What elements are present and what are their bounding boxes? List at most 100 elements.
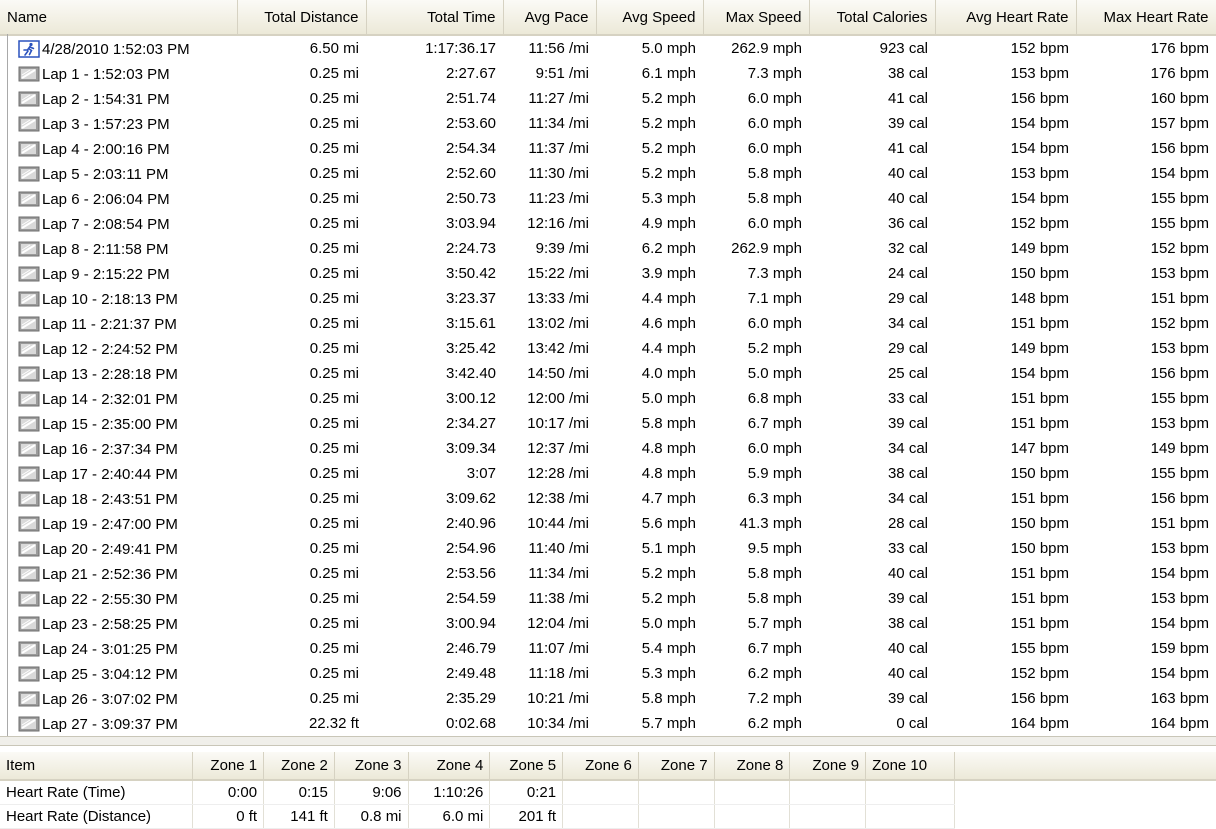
lap-name: Lap 22 - 2:55:30 PM — [0, 586, 237, 611]
zone-row[interactable]: Heart Rate (Time) 0:00 0:15 9:06 1:10:26 0:21 — [0, 780, 955, 805]
lap-total-time: 3:07 — [466, 465, 496, 482]
lap-row[interactable]: Lap 20 - 2:49:41 PM 0.25 mi 2:54.96 11:40 /… — [0, 536, 1216, 561]
column-header-max-heart-rate[interactable]: Max Heart Rate — [1076, 0, 1216, 36]
lap-name-text: Lap 21 - 2:52:36 PM — [42, 565, 178, 583]
column-header-zone-2[interactable]: Zone 2 — [263, 752, 335, 781]
activity-summary-row[interactable]: 4/28/2010 1:52:03 PM 6.50 mi 1:17:36.17 11:… — [0, 35, 1216, 61]
column-header-zone-9[interactable]: Zone 9 — [789, 752, 867, 781]
column-header-avg-pace[interactable]: Avg Pace — [503, 0, 597, 36]
lap-row[interactable]: Lap 10 - 2:18:13 PM 0.25 mi 3:23.37 13:33 /… — [0, 286, 1216, 311]
lap-avg-speed: 5.3 mph — [641, 665, 696, 682]
lap-row[interactable]: Lap 13 - 2:28:18 PM 0.25 mi 3:42.40 14:50 /… — [0, 361, 1216, 386]
lap-total-distance: 0.25 mi — [309, 515, 359, 532]
lap-row[interactable]: Lap 19 - 2:47:00 PM 0.25 mi 2:40.96 10:44 /… — [0, 511, 1216, 536]
lap-row[interactable]: Lap 4 - 2:00:16 PM 0.25 mi 2:54.34 11:37 /m… — [0, 136, 1216, 161]
lap-avg-speed: 5.3 mph — [641, 190, 696, 207]
column-header-zone-3[interactable]: Zone 3 — [334, 752, 409, 781]
lap-row[interactable]: Lap 15 - 2:35:00 PM 0.25 mi 2:34.27 10:17 /… — [0, 411, 1216, 436]
lap-row[interactable]: Lap 25 - 3:04:12 PM 0.25 mi 2:49.48 11:18 /… — [0, 661, 1216, 686]
lap-row[interactable]: Lap 5 - 2:03:11 PM 0.25 mi 2:52.60 11:30 /m… — [0, 161, 1216, 186]
lap-avg-speed: 4.9 mph — [641, 215, 696, 232]
column-header-total-time[interactable]: Total Time — [366, 0, 504, 36]
lap-row[interactable]: Lap 3 - 1:57:23 PM 0.25 mi 2:53.60 11:34 /m… — [0, 111, 1216, 136]
lap-name: Lap 16 - 2:37:34 PM — [0, 436, 237, 461]
lap-avg-pace: 13:02 /mi — [527, 315, 589, 332]
lap-name-text: Lap 20 - 2:49:41 PM — [42, 540, 178, 558]
lap-total-distance: 0.25 mi — [309, 65, 359, 82]
lap-row[interactable]: Lap 21 - 2:52:36 PM 0.25 mi 2:53.56 11:34 /… — [0, 561, 1216, 586]
column-header-zone-5[interactable]: Zone 5 — [489, 752, 564, 781]
lap-row[interactable]: Lap 11 - 2:21:37 PM 0.25 mi 3:15.61 13:02 /… — [0, 311, 1216, 336]
zone-1-value: 0:00 — [192, 780, 265, 805]
column-header-zone-6[interactable]: Zone 6 — [562, 752, 639, 781]
lap-row[interactable]: Lap 24 - 3:01:25 PM 0.25 mi 2:46.79 11:07 /… — [0, 636, 1216, 661]
lap-icon — [18, 266, 40, 281]
column-header-zone-1[interactable]: Zone 1 — [192, 752, 265, 781]
lap-total-calories: 38 cal — [887, 615, 928, 632]
lap-row[interactable]: Lap 12 - 2:24:52 PM 0.25 mi 3:25.42 13:42 /… — [0, 336, 1216, 361]
lap-avg-heart-rate: 150 bpm — [1010, 515, 1069, 532]
lap-name-text: Lap 15 - 2:35:00 PM — [42, 415, 178, 433]
lap-name-text: Lap 22 - 2:55:30 PM — [42, 590, 178, 608]
column-header-zone-8[interactable]: Zone 8 — [714, 752, 791, 781]
zone-row[interactable]: Heart Rate (Distance) 0 ft 141 ft 0.8 mi 6.0… — [0, 804, 955, 829]
lap-name-text: Lap 26 - 3:07:02 PM — [42, 690, 178, 708]
lap-total-distance: 0.25 mi — [309, 140, 359, 157]
lap-avg-heart-rate: 151 bpm — [1010, 590, 1069, 607]
lap-avg-heart-rate: 152 bpm — [1010, 215, 1069, 232]
lap-row[interactable]: Lap 27 - 3:09:37 PM 22.32 ft 0:02.68 10:34 … — [0, 711, 1216, 736]
lap-row[interactable]: Lap 14 - 2:32:01 PM 0.25 mi 3:00.12 12:00 /… — [0, 386, 1216, 411]
lap-name: Lap 1 - 1:52:03 PM — [0, 61, 237, 86]
lap-row[interactable]: Lap 16 - 2:37:34 PM 0.25 mi 3:09.34 12:37 /… — [0, 436, 1216, 461]
lap-avg-heart-rate: 151 bpm — [1010, 415, 1069, 432]
lap-avg-pace: 13:42 /mi — [527, 340, 589, 357]
lap-max-heart-rate: 156 bpm — [1150, 365, 1209, 382]
lap-total-distance: 0.25 mi — [309, 415, 359, 432]
lap-avg-heart-rate: 156 bpm — [1010, 690, 1069, 707]
column-header-avg-heart-rate[interactable]: Avg Heart Rate — [935, 0, 1077, 36]
lap-name-text: Lap 12 - 2:24:52 PM — [42, 340, 178, 358]
column-header-max-speed[interactable]: Max Speed — [703, 0, 810, 36]
lap-row[interactable]: Lap 1 - 1:52:03 PM 0.25 mi 2:27.67 9:51 /mi… — [0, 61, 1216, 86]
lap-total-time: 3:25.42 — [445, 340, 496, 357]
lap-avg-speed: 5.8 mph — [641, 415, 696, 432]
column-header-total-calories[interactable]: Total Calories — [809, 0, 936, 36]
lap-row[interactable]: Lap 22 - 2:55:30 PM 0.25 mi 2:54.59 11:38 /… — [0, 586, 1216, 611]
lap-name: Lap 11 - 2:21:37 PM — [0, 311, 237, 336]
lap-row[interactable]: Lap 7 - 2:08:54 PM 0.25 mi 3:03.94 12:16 /m… — [0, 211, 1216, 236]
zone-4-value: 1:10:26 — [408, 780, 491, 805]
lap-max-speed: 6.0 mph — [747, 440, 802, 457]
lap-row[interactable]: Lap 26 - 3:07:02 PM 0.25 mi 2:35.29 10:21 /… — [0, 686, 1216, 711]
lap-row[interactable]: Lap 23 - 2:58:25 PM 0.25 mi 3:00.94 12:04 /… — [0, 611, 1216, 636]
lap-total-distance: 0.25 mi — [309, 90, 359, 107]
column-header-name[interactable]: Name — [0, 0, 238, 36]
column-header-zone-7[interactable]: Zone 7 — [638, 752, 715, 781]
lap-row[interactable]: Lap 8 - 2:11:58 PM 0.25 mi 2:24.73 9:39 /mi… — [0, 236, 1216, 261]
lap-avg-speed: 5.2 mph — [641, 90, 696, 107]
lap-avg-speed: 4.8 mph — [641, 440, 696, 457]
lap-row[interactable]: Lap 17 - 2:40:44 PM 0.25 mi 3:07 12:28 /mi 4… — [0, 461, 1216, 486]
column-header-zone-4[interactable]: Zone 4 — [408, 752, 491, 781]
lap-max-speed: 5.7 mph — [747, 615, 802, 632]
lap-name: Lap 25 - 3:04:12 PM — [0, 661, 237, 686]
lap-total-time: 2:53.56 — [445, 565, 496, 582]
lap-max-heart-rate: 153 bpm — [1150, 590, 1209, 607]
lap-icon — [18, 191, 40, 206]
lap-row[interactable]: Lap 18 - 2:43:51 PM 0.25 mi 3:09.62 12:38 /… — [0, 486, 1216, 511]
column-header-total-distance[interactable]: Total Distance — [237, 0, 367, 36]
column-header-item[interactable]: Item — [0, 752, 194, 781]
lap-row[interactable]: Lap 2 - 1:54:31 PM 0.25 mi 2:51.74 11:27 /m… — [0, 86, 1216, 111]
lap-name: Lap 21 - 2:52:36 PM — [0, 561, 237, 586]
column-header-avg-speed[interactable]: Avg Speed — [596, 0, 704, 36]
pane-splitter[interactable] — [0, 736, 1216, 746]
lap-name-text: Lap 1 - 1:52:03 PM — [42, 65, 170, 83]
zone-8-value — [714, 780, 791, 805]
column-header-zone-10[interactable]: Zone 10 — [865, 752, 955, 781]
lap-icon — [18, 391, 40, 406]
lap-name-text: Lap 27 - 3:09:37 PM — [42, 715, 178, 733]
lap-row[interactable]: Lap 6 - 2:06:04 PM 0.25 mi 2:50.73 11:23 /m… — [0, 186, 1216, 211]
lap-max-heart-rate: 154 bpm — [1150, 665, 1209, 682]
lap-row[interactable]: Lap 9 - 2:15:22 PM 0.25 mi 3:50.42 15:22 /m… — [0, 261, 1216, 286]
zone-6-value — [562, 804, 639, 829]
lap-name-text: 4/28/2010 1:52:03 PM — [42, 40, 190, 58]
